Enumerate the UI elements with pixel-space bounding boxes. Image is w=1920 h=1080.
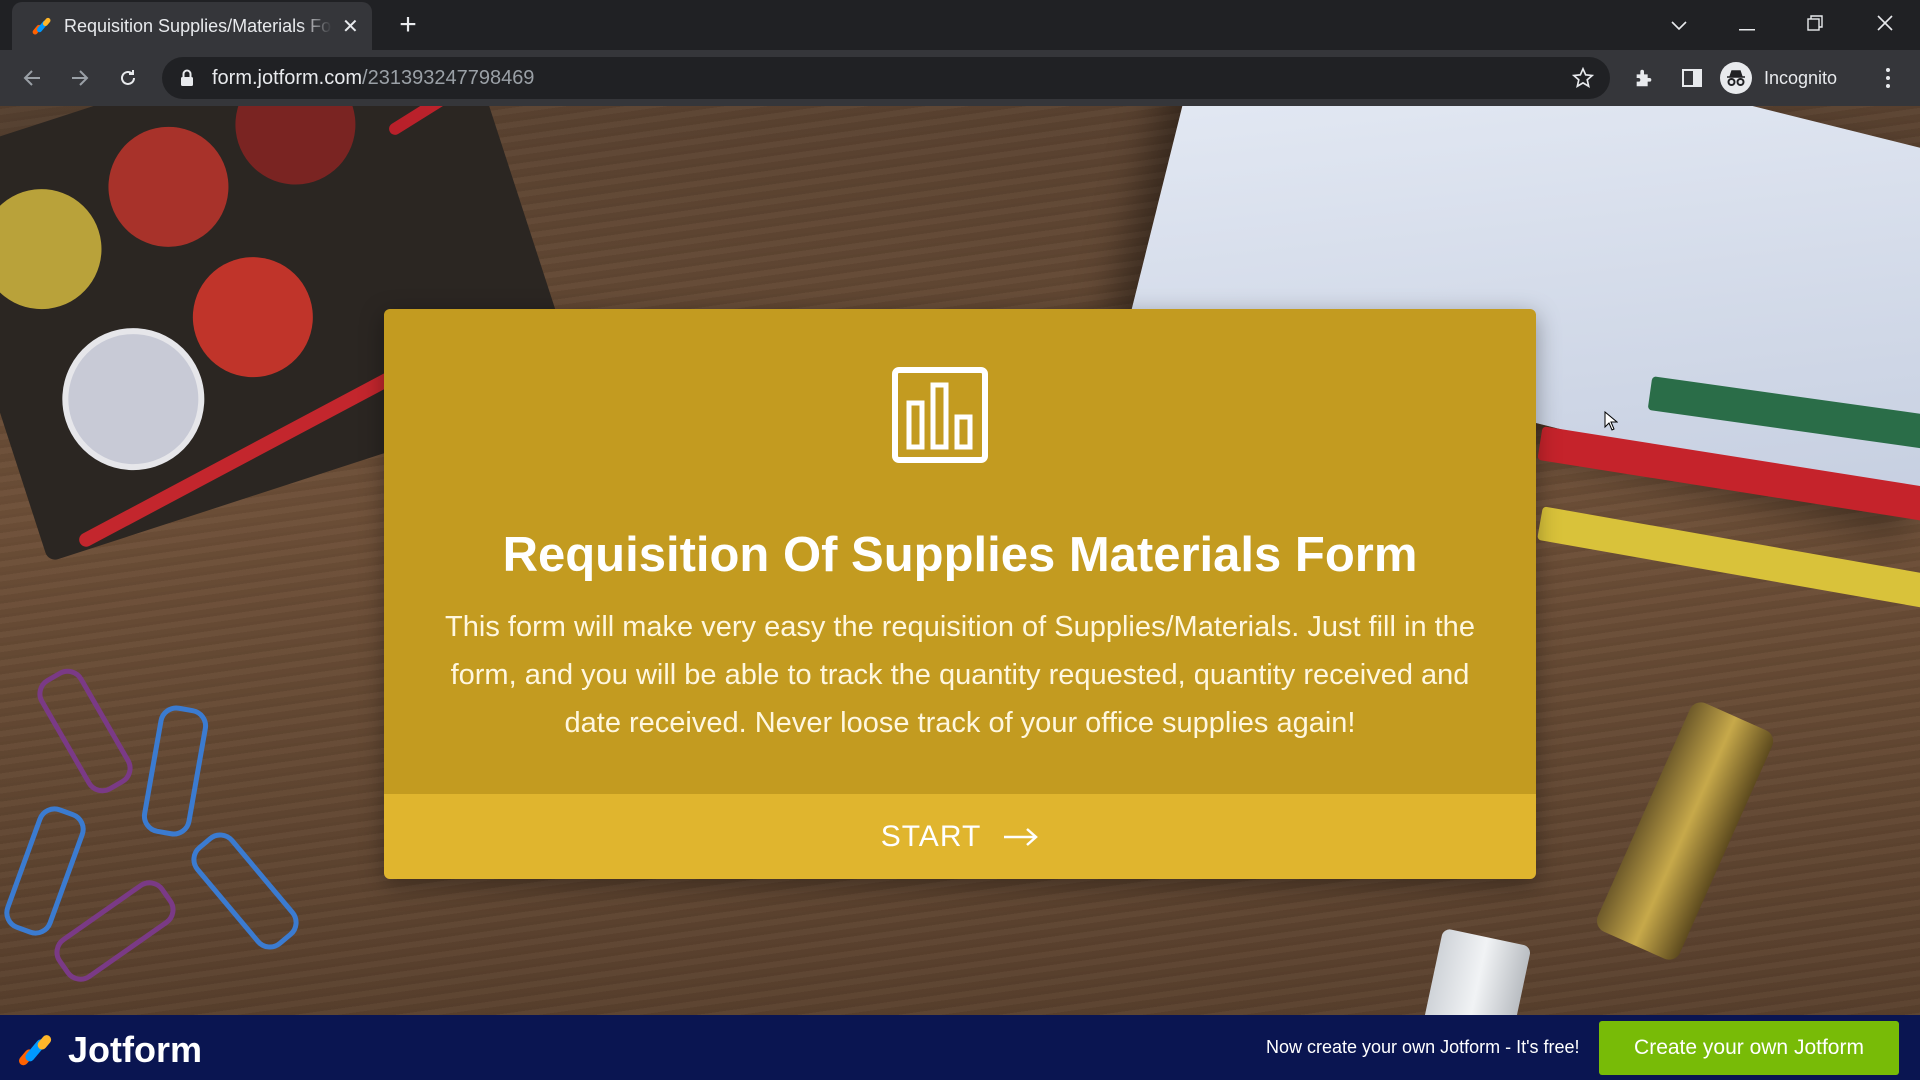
wire-spool-image xyxy=(1593,698,1777,964)
bar-chart-icon xyxy=(892,367,988,463)
new-tab-button[interactable]: + xyxy=(392,9,424,41)
paperclip-image xyxy=(30,662,140,800)
address-bar[interactable]: form.jotform.com/231393247798469 xyxy=(162,57,1610,99)
incognito-profile-button[interactable]: Incognito xyxy=(1720,60,1837,96)
sidebar-icon[interactable] xyxy=(1678,64,1706,92)
close-icon[interactable] xyxy=(1860,8,1910,42)
form-title: Requisition Of Supplies Materials Form xyxy=(502,528,1418,582)
jotform-favicon-icon xyxy=(32,17,51,35)
browser-tab[interactable]: Requisition Supplies/Materials Form ✕ xyxy=(12,2,372,50)
paperclip-image xyxy=(139,702,211,840)
extensions-icon[interactable] xyxy=(1630,64,1658,92)
yellow-pencil-image xyxy=(1537,506,1920,613)
form-description: This form will make very easy the requis… xyxy=(445,611,1475,739)
start-label: START xyxy=(880,819,982,853)
start-button[interactable]: START xyxy=(384,794,1536,879)
jotform-logo-icon xyxy=(18,1035,52,1066)
paperclip-image xyxy=(184,825,306,957)
paint-tube-image xyxy=(1418,927,1532,1015)
mouse-cursor-icon xyxy=(1604,411,1618,431)
tab-close-icon[interactable]: ✕ xyxy=(342,14,359,39)
jotform-footer: Jotform Now create your own Jotform - It… xyxy=(0,1015,1920,1080)
paperclip-image xyxy=(0,801,91,941)
url-host: form.jotform.com xyxy=(212,67,363,89)
url-text: form.jotform.com/231393247798469 xyxy=(212,67,534,90)
profile-label: Incognito xyxy=(1764,67,1838,88)
star-icon[interactable] xyxy=(1572,67,1594,89)
reload-icon[interactable] xyxy=(112,62,144,94)
arrow-right-icon xyxy=(1004,827,1039,846)
menu-icon[interactable] xyxy=(1878,64,1898,92)
lock-icon[interactable] xyxy=(180,69,194,87)
browser-titlebar: Requisition Supplies/Materials Form ✕ + xyxy=(0,0,1920,50)
create-jotform-button[interactable]: Create your own Jotform xyxy=(1599,1021,1899,1075)
back-icon[interactable] xyxy=(16,62,48,94)
jotform-logo[interactable]: Jotform xyxy=(18,1029,202,1071)
minimize-icon[interactable] xyxy=(1722,8,1772,42)
paperclip-image xyxy=(47,873,183,989)
browser-toolbar: form.jotform.com/231393247798469 Incogni… xyxy=(0,50,1920,106)
tab-list-icon[interactable] xyxy=(1654,8,1704,42)
promo-text: Now create your own Jotform - It's free! xyxy=(1266,1037,1580,1057)
card-body: Requisition Of Supplies Materials Form T… xyxy=(384,309,1536,794)
jotform-brand-name: Jotform xyxy=(68,1029,202,1070)
tab-title: Requisition Supplies/Materials Form xyxy=(64,15,332,36)
url-path: /231393247798469 xyxy=(362,67,535,89)
form-welcome-card: Requisition Of Supplies Materials Form T… xyxy=(384,309,1536,879)
restore-icon[interactable] xyxy=(1790,8,1840,42)
forward-icon[interactable] xyxy=(64,62,96,94)
incognito-icon xyxy=(1720,62,1752,94)
